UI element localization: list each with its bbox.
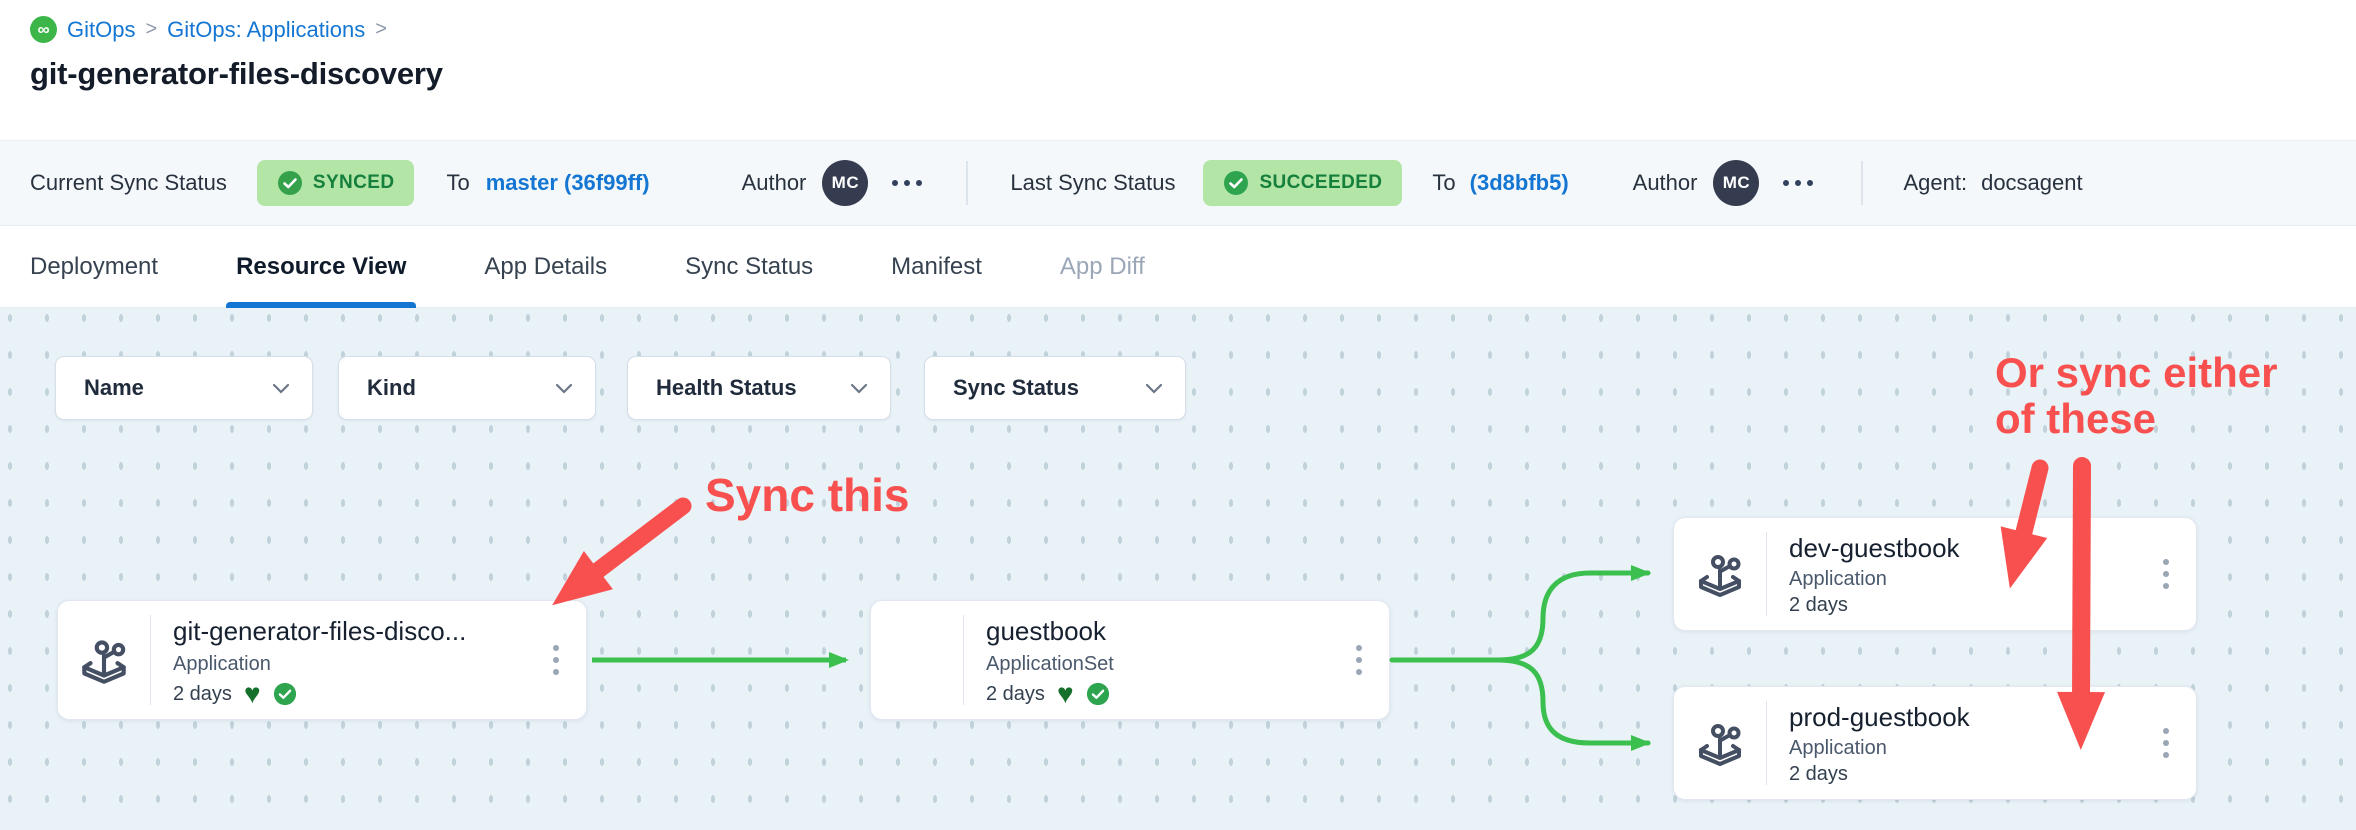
author-avatar: MC [822, 160, 868, 206]
tab-manifest[interactable]: Manifest [891, 226, 982, 308]
filter-label: Name [84, 375, 144, 401]
sync-status-bar: Current Sync Status SYNCED To master (36… [0, 140, 2356, 226]
last-sync-status-label: Last Sync Status [1010, 170, 1175, 196]
node-age: 2 days [1789, 594, 1848, 617]
more-authors-button[interactable] [890, 174, 924, 192]
node-menu-button[interactable] [2142, 687, 2196, 799]
application-icon [1692, 546, 1748, 602]
divider [1861, 161, 1863, 205]
to-label: To [1432, 170, 1455, 196]
filter-label: Health Status [656, 375, 797, 401]
node-age: 2 days [1789, 763, 1848, 786]
agent-label: Agent: [1903, 170, 1967, 196]
filter-label: Kind [367, 375, 416, 401]
node-kind: ApplicationSet [986, 653, 1335, 676]
breadcrumb-separator: > [375, 18, 387, 41]
check-circle-icon [277, 170, 303, 196]
author-avatar: MC [1713, 160, 1759, 206]
node-kind: Application [173, 653, 532, 676]
filter-health-status[interactable]: Health Status [627, 356, 891, 420]
empty-icon-slot [871, 601, 963, 719]
filter-sync-status[interactable]: Sync Status [924, 356, 1186, 420]
node-guestbook[interactable]: guestbook ApplicationSet 2 days ♥ [870, 600, 1390, 720]
filter-name[interactable]: Name [55, 356, 313, 420]
node-menu-button[interactable] [1335, 601, 1389, 719]
current-sync-status-text: SYNCED [313, 172, 395, 194]
breadcrumb: ∞ GitOps > GitOps: Applications > [30, 16, 387, 43]
node-prod-guestbook[interactable]: prod-guestbook Application 2 days [1673, 686, 2197, 800]
health-heart-icon: ♥ [244, 683, 261, 705]
node-git-generator-files-discovery[interactable]: git-generator-files-disco... Application… [57, 600, 587, 720]
tab-app-diff[interactable]: App Diff [1060, 226, 1145, 308]
node-kind: Application [1789, 568, 2142, 591]
current-revision-link[interactable]: master (36f99ff) [486, 170, 650, 196]
breadcrumb-link-applications[interactable]: GitOps: Applications [167, 17, 365, 43]
active-tab-underline [226, 302, 416, 308]
node-name: guestbook [986, 616, 1335, 647]
annotation-line-2: of these [1995, 396, 2277, 442]
chevron-down-icon [1145, 383, 1163, 394]
check-circle-icon [1223, 170, 1249, 196]
chevron-down-icon [272, 383, 290, 394]
breadcrumb-separator: > [145, 18, 157, 41]
annotation-line-1: Or sync either [1995, 350, 2277, 396]
more-authors-button[interactable] [1781, 174, 1815, 192]
application-icon [75, 631, 133, 689]
last-revision-link[interactable]: (3d8bfb5) [1470, 170, 1569, 196]
current-sync-status-badge: SYNCED [257, 160, 415, 206]
to-label: To [446, 170, 469, 196]
tab-app-details[interactable]: App Details [484, 226, 607, 308]
last-sync-status-text: SUCCEEDED [1259, 172, 1382, 194]
last-sync-status-badge: SUCCEEDED [1203, 160, 1402, 206]
node-age: 2 days [986, 683, 1045, 706]
node-dev-guestbook[interactable]: dev-guestbook Application 2 days [1673, 517, 2197, 631]
node-menu-button[interactable] [532, 601, 586, 719]
filter-label: Sync Status [953, 375, 1079, 401]
tab-resource-view[interactable]: Resource View [236, 226, 406, 308]
divider [966, 161, 968, 205]
chevron-down-icon [555, 383, 573, 394]
page-title: git-generator-files-discovery [30, 56, 443, 92]
tab-sync-status[interactable]: Sync Status [685, 226, 813, 308]
synced-check-icon [273, 682, 297, 706]
tab-bar: Deployment Resource View App Details Syn… [0, 226, 2356, 308]
annotation-sync-this: Sync this [705, 470, 910, 521]
filter-kind[interactable]: Kind [338, 356, 596, 420]
node-age: 2 days [173, 683, 232, 706]
agent-value: docsagent [1981, 170, 2083, 196]
page-header: ∞ GitOps > GitOps: Applications > git-ge… [0, 0, 2356, 140]
tab-deployment[interactable]: Deployment [30, 226, 158, 308]
node-name: prod-guestbook [1789, 702, 2142, 733]
node-menu-button[interactable] [2142, 518, 2196, 630]
health-heart-icon: ♥ [1057, 683, 1074, 705]
node-name: git-generator-files-disco... [173, 616, 532, 647]
breadcrumb-link-gitops[interactable]: GitOps [67, 17, 135, 43]
application-icon [1692, 715, 1748, 771]
gitops-logo-icon: ∞ [30, 16, 57, 43]
annotation-or-sync-either: Or sync either of these [1995, 350, 2277, 442]
gitops-app-page: ∞ GitOps > GitOps: Applications > git-ge… [0, 0, 2356, 830]
current-sync-status-label: Current Sync Status [30, 170, 227, 196]
node-name: dev-guestbook [1789, 533, 2142, 564]
chevron-down-icon [850, 383, 868, 394]
author-label: Author [1633, 170, 1698, 196]
synced-check-icon [1086, 682, 1110, 706]
author-label: Author [742, 170, 807, 196]
node-kind: Application [1789, 737, 2142, 760]
